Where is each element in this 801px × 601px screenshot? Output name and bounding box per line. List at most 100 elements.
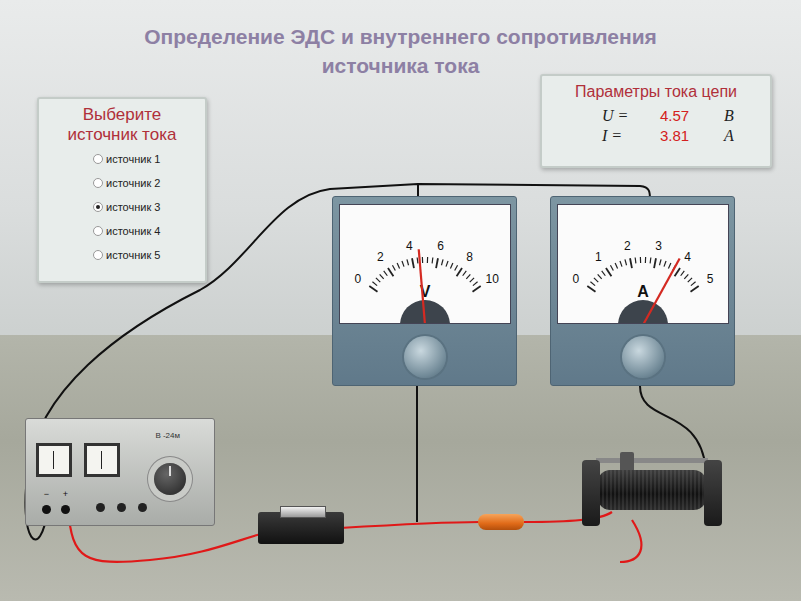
meter-symbol: A (637, 283, 649, 300)
scale-label: 3 (655, 239, 662, 253)
ammeter: 012345A (550, 196, 735, 386)
knob-mark (169, 466, 171, 476)
source-option[interactable]: источник 1 (93, 153, 197, 165)
source-panel: Выберитеисточник токаисточник 1источник … (37, 97, 207, 283)
param-name: I = (602, 127, 660, 145)
needle (643, 258, 680, 324)
terminal-label: − (44, 489, 49, 499)
radio-button[interactable] (93, 154, 103, 164)
psu-button (138, 503, 147, 512)
terminal-post (61, 505, 70, 514)
scale-tick (392, 265, 395, 270)
voltmeter: 0246810V (332, 196, 517, 386)
scale-tick (372, 282, 377, 286)
meter-face: 012345A (557, 204, 729, 324)
radio-button[interactable] (93, 226, 103, 236)
source-option[interactable]: источник 4 (93, 225, 197, 237)
psu-needle (53, 451, 54, 469)
scale-tick (472, 282, 477, 286)
scale-tick (690, 286, 698, 292)
option-label: источник 3 (106, 201, 160, 213)
scale-tick (680, 271, 684, 276)
option-label: источник 4 (106, 225, 160, 237)
source-option[interactable]: источник 3 (93, 201, 197, 213)
radio-button[interactable] (93, 178, 103, 188)
knife-switch[interactable] (258, 512, 344, 544)
lab-scene: Определение ЭДС и внутреннего сопротивле… (0, 0, 801, 601)
source-option[interactable]: источник 2 (93, 177, 197, 189)
scale-tick (441, 259, 443, 265)
switch-blade (280, 506, 326, 518)
black-wire (416, 386, 418, 522)
scale-tick (687, 278, 691, 282)
scale-tick (593, 278, 597, 282)
psu-needle (101, 451, 102, 469)
psu-buttons (96, 503, 147, 512)
scale-tick (684, 274, 688, 278)
param-unit: В (724, 107, 764, 125)
fuse (478, 514, 524, 530)
scale-tick (634, 257, 636, 263)
scale-tick (674, 268, 679, 276)
params-title: Параметры тока цепи (552, 83, 760, 101)
scale-tick (649, 257, 651, 263)
scale-tick (597, 274, 601, 278)
scale-tick (406, 259, 408, 265)
scale-tick (644, 257, 645, 263)
psu-meter (84, 443, 120, 477)
scale-tick (446, 261, 448, 267)
psu-model: В -24м (155, 431, 180, 440)
scale-tick (379, 274, 383, 278)
psu-meter (36, 443, 72, 477)
scale-label: 1 (594, 250, 601, 264)
psu-button (117, 503, 126, 512)
scale-tick (654, 258, 656, 268)
radio-button[interactable] (93, 250, 103, 260)
scale-tick (450, 263, 452, 268)
scale-tick (639, 257, 640, 263)
rheostat (578, 452, 724, 532)
params-panel: Параметры тока цепи U =4.57ВI =3.81А (540, 74, 772, 168)
option-label: источник 5 (106, 249, 160, 261)
option-label: источник 1 (106, 153, 160, 165)
param-value: 3.81 (660, 127, 724, 145)
scale-label: 6 (437, 239, 444, 253)
scale-tick (369, 286, 377, 292)
scale-label: 8 (466, 250, 473, 264)
scale-label: 4 (684, 250, 691, 264)
scale-tick (462, 271, 466, 276)
scale-tick (416, 257, 418, 263)
scale-tick (454, 265, 457, 270)
terminal-post (42, 505, 51, 514)
red-wire (340, 522, 480, 528)
scale-tick (397, 263, 399, 268)
title-line: Определение ЭДС и внутреннего сопротивле… (0, 22, 801, 51)
scale-tick (590, 282, 595, 286)
source-option[interactable]: источник 5 (93, 249, 197, 261)
scale-tick (664, 261, 666, 267)
scale-label: 5 (706, 272, 713, 286)
param-value: 4.57 (660, 107, 724, 125)
psu-knob (154, 463, 186, 495)
rheostat-end (582, 460, 600, 526)
meter-knob (404, 336, 446, 378)
title-line: источник тока (47, 125, 197, 145)
scale-tick (605, 268, 610, 276)
meter-knob (622, 336, 664, 378)
radio-dot (96, 205, 100, 209)
params-rows: U =4.57ВI =3.81А (552, 107, 760, 145)
scale-label: 10 (485, 272, 499, 286)
scale-tick (436, 258, 438, 268)
scale-tick (587, 286, 595, 292)
rheostat-end (704, 460, 722, 526)
scale-tick (472, 286, 480, 292)
scale-label: 2 (376, 250, 383, 264)
scale-tick (624, 259, 626, 265)
terminal-label: + (63, 489, 68, 499)
param-row: I =3.81А (552, 127, 760, 145)
scale-tick (466, 274, 470, 278)
scale-tick (619, 261, 621, 267)
scale-tick (456, 268, 461, 276)
scale-tick (668, 263, 670, 268)
radio-button[interactable] (93, 202, 103, 212)
